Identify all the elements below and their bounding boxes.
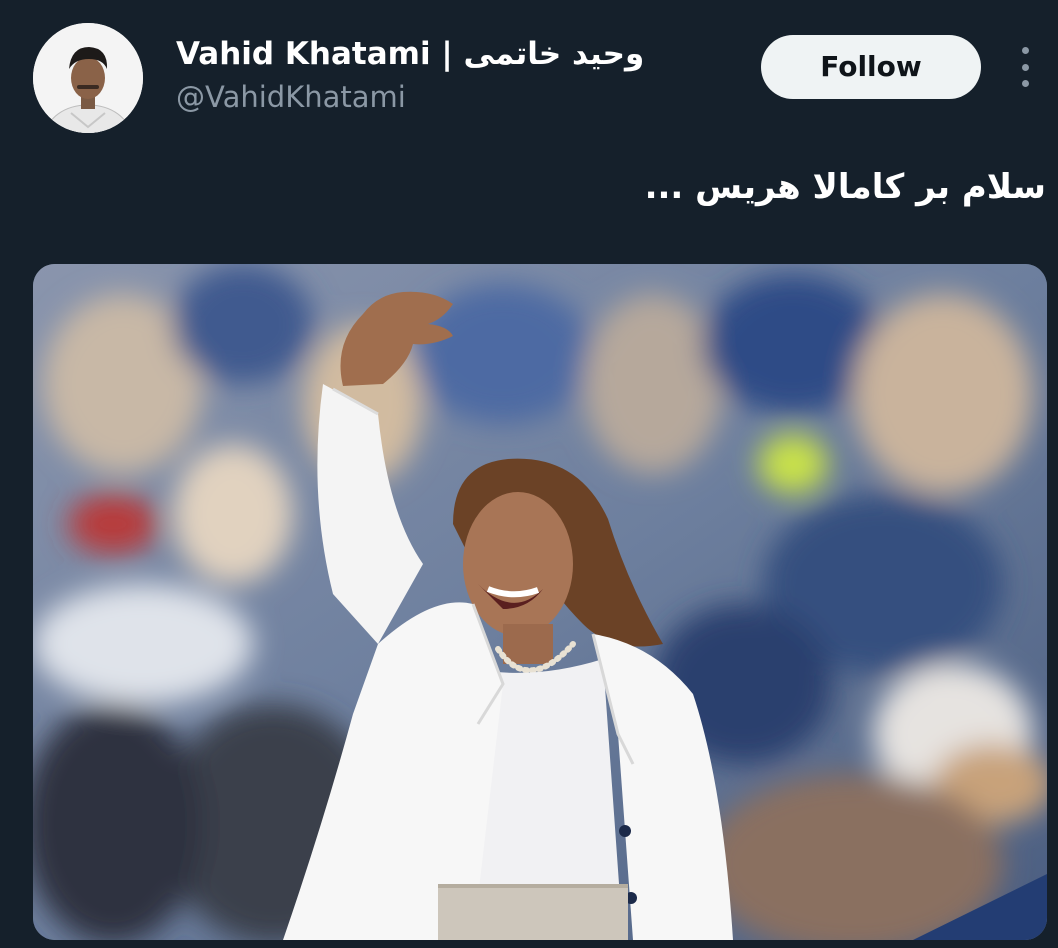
tweet-text: سلام بر کامالا هریس ... [644, 167, 1046, 207]
author-avatar[interactable] [33, 23, 143, 133]
tweet-card: Vahid Khatami | وحید خاتمی @VahidKhatami… [0, 0, 1058, 948]
dot [1021, 47, 1029, 54]
dot [1021, 80, 1029, 87]
follow-button[interactable]: Follow [761, 35, 981, 99]
author-handle[interactable]: @VahidKhatami [176, 80, 406, 114]
author-display-name[interactable]: Vahid Khatami | وحید خاتمی [176, 36, 644, 72]
avatar-photo [33, 23, 143, 133]
photo-woman-waving-at-rally [33, 264, 1047, 940]
dot [1021, 63, 1029, 71]
more-options-icon[interactable] [1010, 47, 1040, 87]
tweet-media-image[interactable] [33, 264, 1047, 940]
